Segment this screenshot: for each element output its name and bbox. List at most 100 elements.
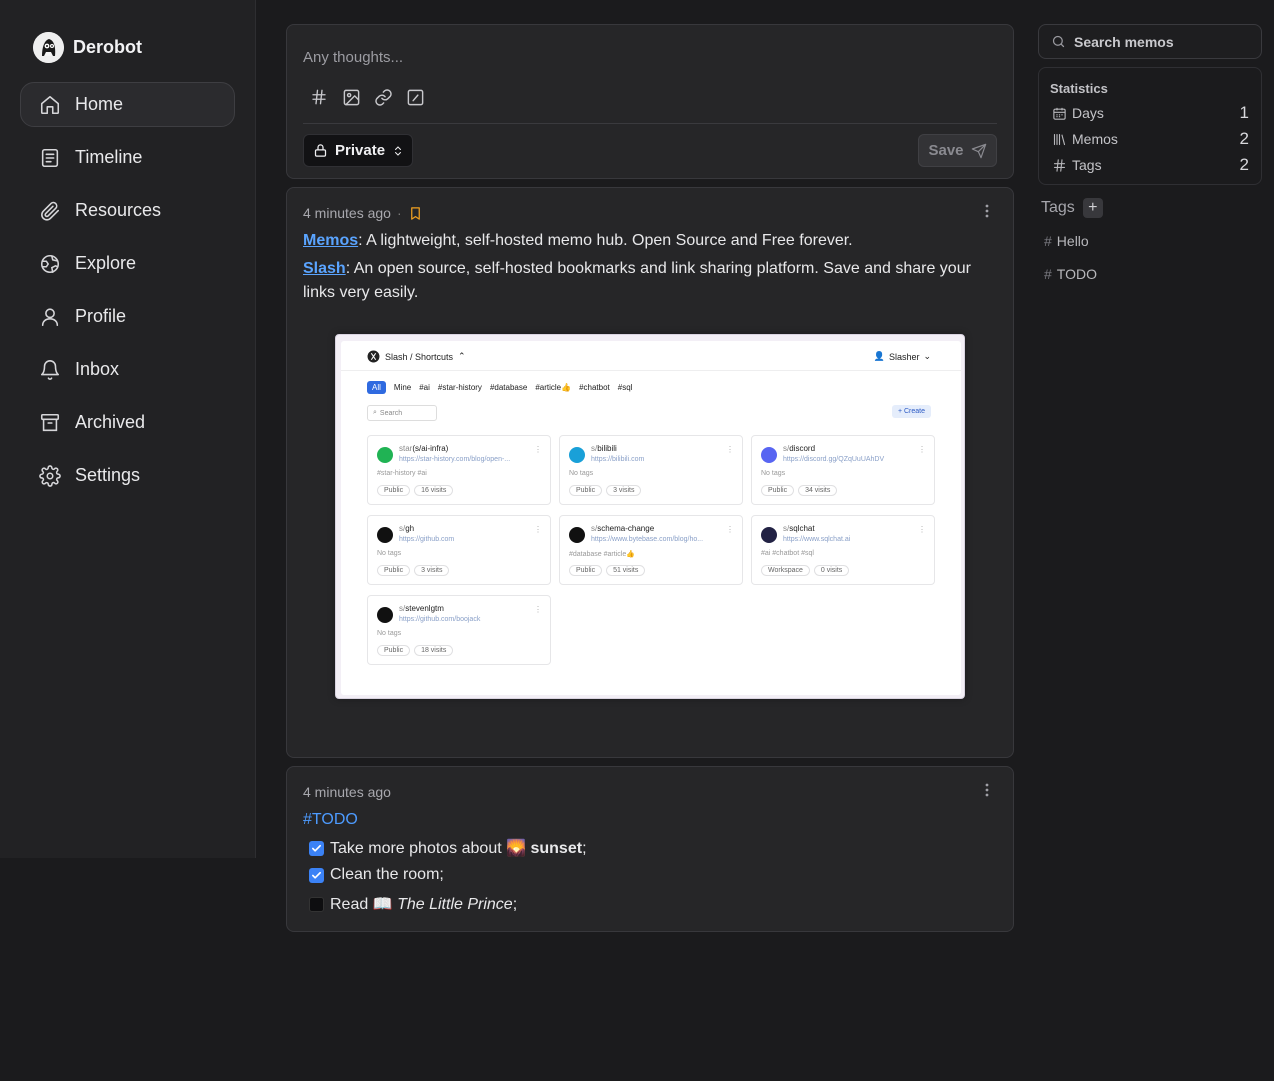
shortcut-footer: Workspace 0 visits (761, 565, 850, 576)
add-tag-button[interactable]: + (1082, 198, 1103, 218)
more-vertical-icon: ⋮ (534, 445, 542, 454)
todo-tag[interactable]: #TODO (303, 811, 358, 828)
sidebar-item-label: Timeline (75, 147, 143, 167)
visibility-pill: Public (377, 565, 411, 576)
shortcut-icon (569, 527, 585, 543)
stat-row-tags: Tags 2 (1051, 155, 1249, 175)
stat-value: 1 (1239, 103, 1249, 122)
shortcut-footer: Public 16 visits (377, 485, 454, 496)
sidebar-item-timeline[interactable]: Timeline (20, 135, 235, 180)
user-icon: 👤 (873, 351, 885, 361)
shortcut-url: https://bilibili.com (591, 456, 645, 463)
shot-tag: Mine (393, 383, 412, 392)
shortcut-footer: Public 3 visits (569, 485, 642, 496)
bookmark-icon[interactable] (408, 206, 423, 221)
shortcut-tags: #database #article👍 (569, 551, 635, 558)
sidebar-item-home[interactable]: Home (20, 82, 235, 127)
shortcut-icon (761, 527, 777, 543)
more-vertical-icon[interactable] (979, 783, 995, 803)
slash-screenshot: Slash / Shortcuts ⌃ 👤 Slasher ⌄ All Mine #a… (341, 341, 961, 695)
stat-value: 2 (1239, 155, 1249, 174)
editor-toolbar (309, 87, 425, 107)
shot-tag: #article👍 (535, 383, 572, 392)
checkbox-icon[interactable] (405, 87, 425, 107)
visits-pill: 34 visits (798, 485, 838, 496)
shot-user: 👤 Slasher ⌄ (873, 351, 931, 362)
shot-search-text: Search (379, 409, 403, 417)
sidebar-item-archived[interactable]: Archived (20, 400, 235, 445)
hashtag-icon[interactable] (309, 87, 329, 107)
save-label: Save (928, 142, 964, 159)
bell-icon (38, 358, 62, 382)
sidebar-item-label: Home (75, 94, 124, 114)
shortcut-card: s/stevenlgtm https://github.com/boojack No… (367, 595, 551, 665)
visibility-label: Private (335, 142, 386, 159)
shot-header: Slash / Shortcuts ⌃ 👤 Slasher ⌄ (341, 341, 961, 371)
hashtag-icon: # (1044, 233, 1052, 249)
shortcut-url: https://github.com/boojack (399, 616, 481, 623)
shortcut-card: s/discord https://discord.gg/QZqUuUAhDV No… (751, 435, 935, 505)
memo-timestamp[interactable]: 4 minutes ago (303, 784, 391, 800)
shortcut-name: s/sqlchat (783, 524, 815, 533)
visits-pill: 51 visits (606, 565, 646, 576)
stat-row-memos: Memos 2 (1051, 129, 1249, 149)
visits-pill: 3 visits (414, 565, 450, 576)
sidebar-item-label: Resources (75, 200, 162, 220)
stat-label: Memos (1072, 131, 1118, 147)
shot-tag: All (367, 381, 386, 394)
shot-tags: All Mine #ai #star-history #database #ar… (367, 381, 632, 394)
avatar (33, 32, 64, 63)
save-button[interactable]: Save (918, 134, 997, 167)
editor-input[interactable]: Any thoughts... (303, 49, 403, 66)
tag-item-hello[interactable]: # Hello (1044, 233, 1089, 249)
visits-pill: 3 visits (606, 485, 642, 496)
visits-pill: 16 visits (414, 485, 454, 496)
shortcut-icon (377, 527, 393, 543)
shortcut-tags: No tags (377, 630, 402, 637)
shot-tag: #database (489, 383, 528, 392)
more-vertical-icon: ⋮ (918, 445, 926, 454)
brand[interactable]: Derobot (33, 32, 142, 63)
shot-search: ⌕ Search (367, 405, 437, 421)
paperclip-icon (38, 199, 62, 223)
memo-editor: Any thoughts... Private Save (286, 24, 1014, 179)
tag-label: Hello (1056, 233, 1089, 249)
task-item: Clean the room; (309, 866, 444, 884)
sidebar-item-label: Profile (75, 306, 127, 326)
task-checkbox[interactable] (309, 840, 324, 856)
memo-image[interactable]: Slash / Shortcuts ⌃ 👤 Slasher ⌄ All Mine #a… (335, 334, 965, 699)
stat-value: 2 (1239, 129, 1249, 148)
sidebar-item-inbox[interactable]: Inbox (20, 347, 235, 392)
sidebar-item-profile[interactable]: Profile (20, 294, 235, 339)
memo-timestamp[interactable]: 4 minutes ago (303, 205, 391, 221)
lock-icon (314, 144, 327, 157)
sidebar-item-settings[interactable]: Settings (20, 453, 235, 498)
slash-link[interactable]: Slash (303, 260, 346, 277)
more-vertical-icon[interactable] (979, 204, 995, 224)
search-input[interactable]: Search memos (1038, 24, 1262, 59)
shortcut-footer: Public 51 visits (569, 565, 646, 576)
shortcut-url: https://discord.gg/QZqUuUAhDV (783, 456, 885, 463)
image-icon[interactable] (341, 87, 361, 107)
task-checkbox[interactable] (309, 896, 324, 912)
sidebar-item-resources[interactable]: Resources (20, 188, 235, 233)
memos-link[interactable]: Memos (303, 232, 358, 249)
shortcut-name: s/stevenlgtm (399, 604, 444, 613)
memo-tag-line: #TODO (303, 808, 973, 832)
tag-item-todo[interactable]: # TODO (1044, 266, 1097, 282)
tag-label: TODO (1056, 266, 1097, 282)
more-vertical-icon: ⋮ (726, 525, 734, 534)
visibility-select[interactable]: Private (303, 134, 413, 167)
sidebar-item-label: Explore (75, 253, 137, 273)
library-icon (1051, 131, 1067, 147)
sidebar-item-explore[interactable]: Explore (20, 241, 235, 286)
hashtag-icon: # (1044, 266, 1052, 282)
stat-label: Tags (1072, 157, 1102, 173)
memo-paragraph: Slash: An open source, self-hosted bookm… (303, 257, 973, 305)
task-checkbox[interactable] (309, 867, 324, 883)
shortcut-icon (569, 447, 585, 463)
link-icon[interactable] (373, 87, 393, 107)
shortcut-url: https://star-history.com/blog/open-... (399, 456, 511, 463)
shortcut-url: https://www.bytebase.com/blog/ho... (591, 536, 704, 543)
timeline-icon (38, 146, 62, 170)
